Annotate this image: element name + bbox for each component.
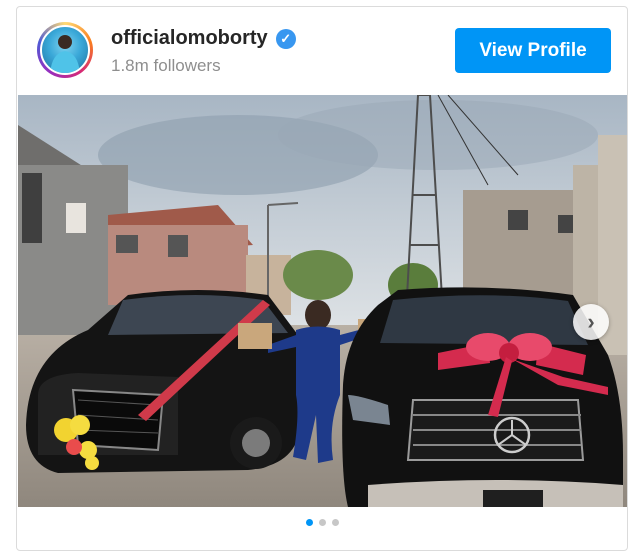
carousel-dot[interactable]: [318, 519, 326, 526]
instagram-embed-card: officialomoborty ✓ 1.8m followers View P…: [16, 6, 628, 551]
follower-count: 1.8m followers: [111, 56, 221, 75]
next-slide-button[interactable]: ›: [573, 304, 609, 340]
post-photo[interactable]: [18, 95, 627, 507]
carousel-dot[interactable]: [305, 519, 313, 526]
verified-badge-icon: ✓: [275, 28, 296, 49]
carousel-dots: [17, 519, 627, 526]
carousel-dot[interactable]: [331, 519, 339, 526]
username-row: officialomoborty ✓: [111, 27, 296, 50]
chevron-right-icon: ›: [587, 309, 595, 334]
username[interactable]: officialomoborty: [111, 27, 268, 50]
view-profile-button[interactable]: View Profile: [455, 28, 611, 73]
avatar-image: [40, 25, 90, 75]
post-header: officialomoborty ✓ 1.8m followers View P…: [17, 7, 627, 95]
avatar[interactable]: [37, 22, 93, 78]
